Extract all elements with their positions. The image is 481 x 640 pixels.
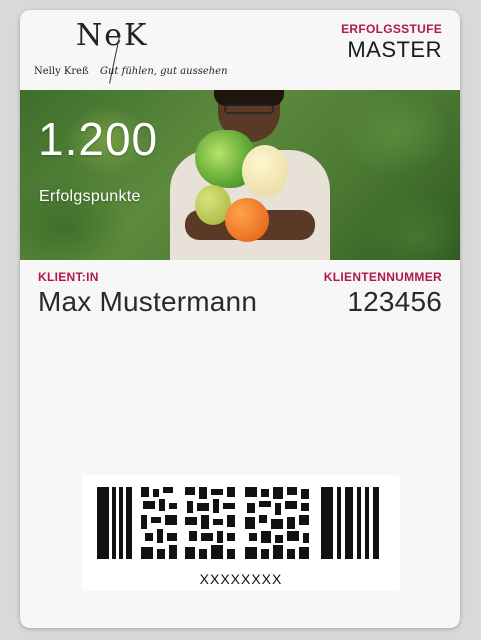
barcode-text: XXXXXXXX <box>199 571 283 587</box>
client-name: Max Mustermann <box>38 286 258 317</box>
brand-tagline: Gut fühlen, gut aussehen <box>100 66 228 77</box>
barcode[interactable]: XXXXXXXX <box>82 475 400 591</box>
client-number-label: KLIENTENNUMMER <box>323 270 442 284</box>
grapefruit-image <box>242 145 288 197</box>
wallet-pass: NeK Nelly Kreß Gut fühlen, gut aussehen … <box>20 10 460 628</box>
client-number-field: KLIENTENNUMMER 123456 <box>324 270 442 318</box>
brand-logo: NeK Nelly Kreß Gut fühlen, gut aussehen <box>34 18 228 88</box>
strip-image: 1.200 Erfolgspunkte <box>20 90 460 260</box>
client-field: KLIENT:IN Max Mustermann <box>38 270 257 318</box>
barcode-icon <box>97 487 379 559</box>
tier-field: ERFOLGSSTUFE MASTER <box>341 22 442 63</box>
points-label: Erfolgspunkte <box>39 188 141 205</box>
client-label: KLIENT:IN <box>38 270 99 284</box>
tier-value: MASTER <box>347 37 442 62</box>
points-value: 1.200 <box>38 113 159 165</box>
brand-name: Nelly Kreß <box>34 66 89 77</box>
client-number-value: 123456 <box>347 286 442 317</box>
orange-image <box>225 198 269 242</box>
logo-mark: NeK <box>76 18 149 53</box>
tier-label: ERFOLGSSTUFE <box>341 22 442 36</box>
